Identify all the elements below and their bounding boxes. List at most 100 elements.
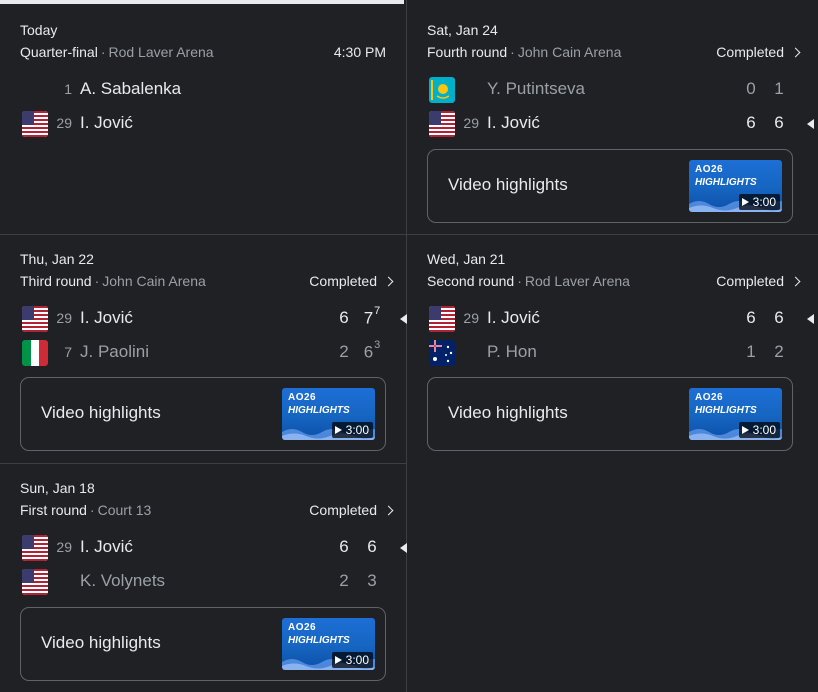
separator-dot: ·: [94, 273, 100, 289]
row-divider: [0, 463, 406, 464]
match-round-venue: Quarter-final · Rod Laver Arena: [20, 44, 214, 60]
video-title: HIGHLIGHTS: [288, 635, 350, 646]
video-brand: AO26: [288, 392, 317, 403]
player-seed: 29: [463, 115, 479, 131]
video-duration-badge: 3:00: [331, 652, 373, 668]
player-row: K. Volynets 2 3: [20, 569, 396, 595]
play-icon: [741, 198, 749, 206]
set-score: 1: [746, 342, 756, 361]
match-date: Sat, Jan 24: [427, 22, 498, 38]
video-highlights-label: Video highlights: [41, 633, 161, 652]
player-seed: 29: [56, 115, 72, 131]
video-brand: AO26: [288, 622, 317, 633]
video-duration: 3:00: [752, 195, 776, 209]
video-highlights-label: Video highlights: [448, 403, 568, 422]
match-date: Thu, Jan 22: [20, 251, 94, 267]
chevron-right-icon: [383, 505, 394, 516]
play-icon: [334, 656, 342, 664]
video-brand: AO26: [695, 164, 724, 175]
chevron-right-icon: [790, 276, 801, 287]
video-thumbnail[interactable]: AO26 HIGHLIGHTS 3:00: [689, 388, 782, 440]
video-duration: 3:00: [345, 423, 369, 437]
selected-tab-indicator: [0, 0, 404, 4]
italy-flag-icon: [22, 340, 48, 366]
chevron-right-icon: [383, 276, 394, 287]
video-thumbnail[interactable]: AO26 HIGHLIGHTS 3:00: [689, 160, 782, 212]
video-highlights-card[interactable]: Video highlights AO26 HIGHLIGHTS 3:00: [20, 607, 386, 681]
video-highlights-card[interactable]: Video highlights AO26 HIGHLIGHTS 3:00: [427, 377, 793, 451]
player-row: 29 I. Jović 6 6: [20, 535, 407, 561]
match-status: Completed: [716, 44, 784, 60]
set-score: 6: [774, 308, 784, 327]
video-duration: 3:00: [345, 653, 369, 667]
set-score-with-tiebreak: 77: [362, 305, 382, 329]
player-name: I. Jović: [487, 308, 540, 327]
video-thumbnail[interactable]: AO26 HIGHLIGHTS 3:00: [282, 618, 375, 670]
video-title: HIGHLIGHTS: [288, 405, 350, 416]
match-round-venue: Second round · Rod Laver Arena: [427, 273, 630, 289]
match-round-venue: Third round · John Cain Arena: [20, 273, 206, 289]
set-score: 0: [746, 79, 756, 98]
set-score: 6: [774, 113, 784, 132]
winner-indicator-icon: [400, 314, 407, 324]
match-venue: Rod Laver Arena: [108, 44, 214, 60]
player-seed: 29: [56, 310, 72, 326]
player-seed: 29: [463, 310, 479, 326]
player-seed: 1: [64, 81, 72, 97]
match-round-venue: First round · Court 13: [20, 502, 151, 518]
video-highlights-card[interactable]: Video highlights AO26 HIGHLIGHTS 3:00: [20, 377, 386, 451]
separator-dot: ·: [89, 502, 95, 518]
match-status-link[interactable]: Completed: [309, 273, 394, 289]
video-highlights-card[interactable]: Video highlights AO26 HIGHLIGHTS 3:00: [427, 149, 793, 223]
player-row: 29 I. Jović 6 77: [20, 305, 407, 332]
player-row: P. Hon 1 2: [427, 340, 803, 366]
player-seed: 7: [64, 344, 72, 360]
player-name: Y. Putintseva: [487, 79, 585, 98]
player-name: I. Jović: [80, 537, 133, 556]
separator-dot: ·: [517, 273, 522, 289]
set-score: 2: [339, 342, 349, 361]
kazakhstan-flag-icon: [429, 77, 455, 103]
player-row: 7 J. Paolini 2 63: [20, 339, 396, 366]
match-status: Completed: [309, 273, 377, 289]
usa-flag-icon: [22, 111, 48, 137]
player-seed: 29: [56, 539, 72, 555]
match-venue: John Cain Arena: [517, 44, 622, 60]
match-status: Completed: [716, 273, 784, 289]
usa-flag-icon: [429, 111, 455, 137]
video-thumbnail[interactable]: AO26 HIGHLIGHTS 3:00: [282, 388, 375, 440]
match-time: 4:30 PM: [334, 44, 386, 60]
match-round: Third round: [20, 273, 92, 289]
play-icon: [741, 426, 749, 434]
set-score: 6: [339, 537, 349, 556]
match-status-link[interactable]: Completed: [716, 44, 801, 60]
match-venue: Court 13: [97, 502, 152, 518]
separator-dot: ·: [100, 44, 106, 60]
player-name: K. Volynets: [80, 571, 166, 590]
video-highlights-label: Video highlights: [41, 403, 161, 422]
match-status-link[interactable]: Completed: [716, 273, 801, 289]
player-name: A. Sabalenka: [80, 79, 182, 98]
match-round-venue: Fourth round · John Cain Arena: [427, 44, 621, 60]
play-icon: [334, 426, 342, 434]
player-row: 29 I. Jović: [20, 111, 396, 137]
player-name: I. Jović: [80, 308, 133, 327]
set-score: 6: [746, 113, 756, 132]
video-duration-badge: 3:00: [738, 194, 780, 210]
set-score: 3: [367, 571, 377, 590]
match-round: Second round: [427, 273, 515, 289]
player-row: 1 A. Sabalenka: [20, 77, 396, 103]
player-row: 29 I. Jović 6 6: [427, 306, 814, 332]
player-row: Y. Putintseva 0 1: [427, 77, 803, 103]
set-score-with-tiebreak: 63: [362, 339, 382, 363]
player-row: 29 I. Jović 6 6: [427, 111, 814, 137]
player-name: P. Hon: [487, 342, 537, 361]
set-score: 1: [774, 79, 784, 98]
australia-flag-icon: [429, 340, 455, 366]
player-name: I. Jović: [487, 113, 540, 132]
set-score: 2: [339, 571, 349, 590]
usa-flag-icon: [22, 535, 48, 561]
set-score: 6: [746, 308, 756, 327]
match-status-link[interactable]: Completed: [309, 502, 394, 518]
video-title: HIGHLIGHTS: [695, 177, 757, 188]
